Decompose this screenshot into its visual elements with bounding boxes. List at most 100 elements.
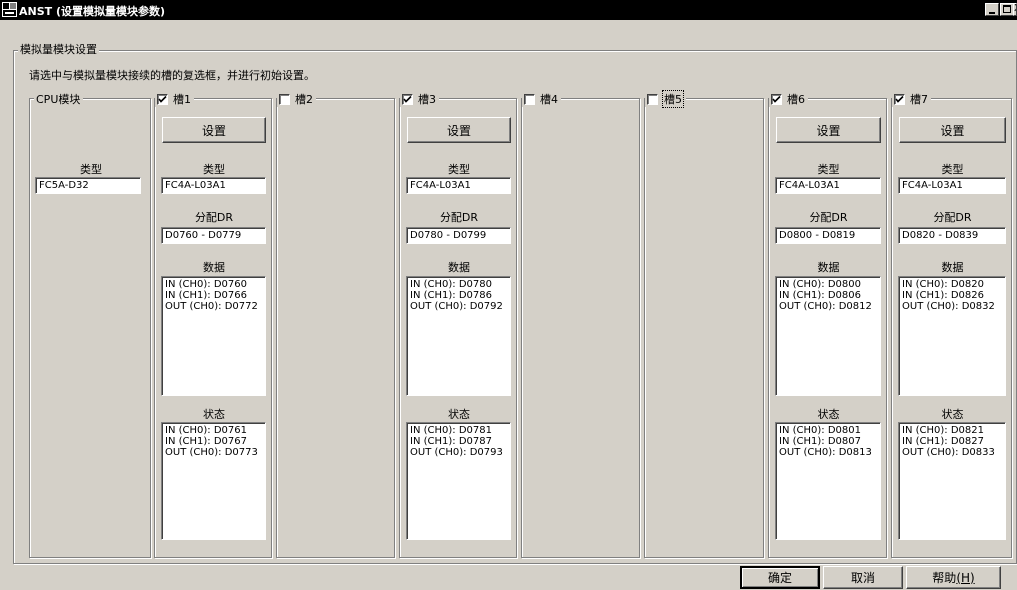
slot-panel: 槽7 设置 类型 FC4A-L03A1 分配DR D0820 - D0839 数据 IN (C… [891,91,1012,558]
status-entry: OUT (CH0): D0773 [165,447,258,458]
app-icon [2,2,17,17]
slot-checkbox[interactable]: 槽5 [645,90,686,108]
status-label: 状态 [203,408,225,421]
data-entry: OUT (CH0): D0792 [410,301,503,312]
type-label: 类型 [203,163,225,176]
data-entry: OUT (CH0): D0832 [902,301,995,312]
dr-label: 分配DR [439,211,479,224]
data-list[interactable]: IN (CH0): D0820 IN (CH1): D0826 OUT (CH0):… [898,276,1006,396]
minimize-button[interactable] [985,3,999,16]
close-button[interactable]: X [1013,3,1017,16]
help-shortcut: (H) [956,570,975,585]
maximize-button[interactable] [1000,3,1014,16]
cpu-panel-title: CPU模块 [34,91,84,107]
status-list[interactable]: IN (CH0): D0761 IN (CH1): D0767 OUT (CH0):… [161,422,266,540]
data-label: 数据 [448,261,470,274]
checkbox-box[interactable] [279,93,290,105]
slot-checkbox[interactable]: 槽6 [769,91,808,107]
type-label: 类型 [448,163,470,176]
status-label: 状态 [448,408,470,421]
help-label: 帮助 [932,571,957,585]
slot-panel: 槽3 设置类型 FC4A-L03A1 分配DR D0780 - D0799 数据 IN (C… [399,91,517,558]
type-field[interactable]: FC4A-L03A1 [775,177,881,194]
status-entry: IN (CH1): D0807 [779,436,861,447]
cpu-panel: CPU模块 类型 FC5A-D32 [29,91,151,558]
setup-button[interactable]: 设置 [407,117,511,143]
status-entry: IN (CH1): D0787 [410,436,492,447]
checkmark-icon [403,95,412,103]
status-list[interactable]: IN (CH0): D0821 IN (CH1): D0827 OUT (CH0):… [898,422,1006,540]
data-list[interactable]: IN (CH0): D0800 IN (CH1): D0806 OUT (CH0):… [775,276,881,396]
status-list[interactable]: IN (CH0): D0801 IN (CH1): D0807 OUT (CH0):… [775,422,881,540]
status-entry: IN (CH0): D0821 [902,425,984,436]
status-entry: IN (CH0): D0781 [410,425,492,436]
setup-button[interactable]: 设置 [776,117,881,143]
data-entry: IN (CH1): D0806 [779,290,861,301]
status-list[interactable]: IN (CH0): D0781 IN (CH1): D0787 OUT (CH0):… [406,422,511,540]
status-entry: IN (CH1): D0827 [902,436,984,447]
group-title: 模拟量模块设置 [18,41,99,57]
data-entry: IN (CH1): D0766 [165,290,247,301]
dr-label: 分配DR [933,211,972,224]
slot-checkbox[interactable]: 槽1 [155,91,194,107]
status-entry: IN (CH0): D0801 [779,425,861,436]
status-entry: IN (CH1): D0767 [165,436,247,447]
status-entry: OUT (CH0): D0813 [779,447,872,458]
cpu-type-field[interactable]: FC5A-D32 [35,177,141,194]
slot-checkbox[interactable]: 槽3 [400,91,439,107]
data-entry: IN (CH0): D0780 [410,279,492,290]
dr-label: 分配DR [194,211,234,224]
setup-button[interactable]: 设置 [899,117,1006,143]
help-button[interactable]: 帮助 (H) [906,566,1001,589]
slot-label: 槽7 [910,93,928,106]
ok-button[interactable]: 确定 [740,566,820,589]
cancel-button[interactable]: 取消 [823,566,903,589]
maximize-icon [1003,5,1011,13]
type-field[interactable]: FC4A-L03A1 [898,177,1006,194]
checkbox-box[interactable] [894,93,905,105]
data-entry: IN (CH1): D0786 [410,290,492,301]
data-entry: OUT (CH0): D0772 [165,301,258,312]
instruction-text: 请选中与模拟量模块接续的槽的复选框，并进行初始设置。 [29,69,315,82]
data-entry: IN (CH1): D0826 [902,290,984,301]
checkbox-box[interactable] [402,93,413,105]
dr-label: 分配DR [809,211,848,224]
setup-button[interactable]: 设置 [162,117,266,143]
dr-field[interactable]: D0780 - D0799 [406,227,511,244]
dr-field[interactable]: D0760 - D0779 [161,227,266,244]
dr-field[interactable]: D0800 - D0819 [775,227,881,244]
checkbox-box[interactable] [524,93,535,105]
title-bar: ANST (设置模拟量模块参数) X [0,0,1017,20]
slot-panel: 槽4 [521,91,640,558]
slot-panel: 槽1 设置 类型 FC4A-L03A1 分配DR D0760 - D0779 数据 IN (C… [154,91,272,558]
status-entry: OUT (CH0): D0833 [902,447,995,458]
data-list[interactable]: IN (CH0): D0760 IN (CH1): D0766 OUT (CH0):… [161,276,266,396]
status-entry: OUT (CH0): D0793 [410,447,503,458]
checkbox-box[interactable] [647,93,658,105]
checkbox-box[interactable] [157,93,168,105]
slot-label: 槽1 [173,93,191,106]
data-entry: OUT (CH0): D0812 [779,301,872,312]
status-entry: IN (CH0): D0761 [165,425,247,436]
slot-panel: 槽2 [276,91,395,558]
window-title: ANST (设置模拟量模块参数) [19,5,166,18]
data-list[interactable]: IN (CH0): D0780 IN (CH1): D0786 OUT (CH0):… [406,276,511,396]
slot-label: 槽5 [662,90,684,108]
slot-label: 槽4 [540,93,558,106]
data-entry: IN (CH0): D0760 [165,279,247,290]
minimize-icon [989,12,995,14]
checkmark-icon [772,95,781,103]
type-field[interactable]: FC4A-L03A1 [406,177,511,194]
slot-checkbox[interactable]: 槽7 [892,91,931,107]
data-label: 数据 [817,261,840,274]
cpu-type-label: 类型 [80,163,102,176]
slot-checkbox[interactable]: 槽4 [522,91,561,107]
checkbox-box[interactable] [771,93,782,105]
slot-checkbox[interactable]: 槽2 [277,91,316,107]
type-field[interactable]: FC4A-L03A1 [161,177,266,194]
slot-label: 槽2 [295,93,313,106]
data-entry: IN (CH0): D0820 [902,279,984,290]
type-label: 类型 [941,163,964,176]
status-label: 状态 [941,408,964,421]
dr-field[interactable]: D0820 - D0839 [898,227,1006,244]
